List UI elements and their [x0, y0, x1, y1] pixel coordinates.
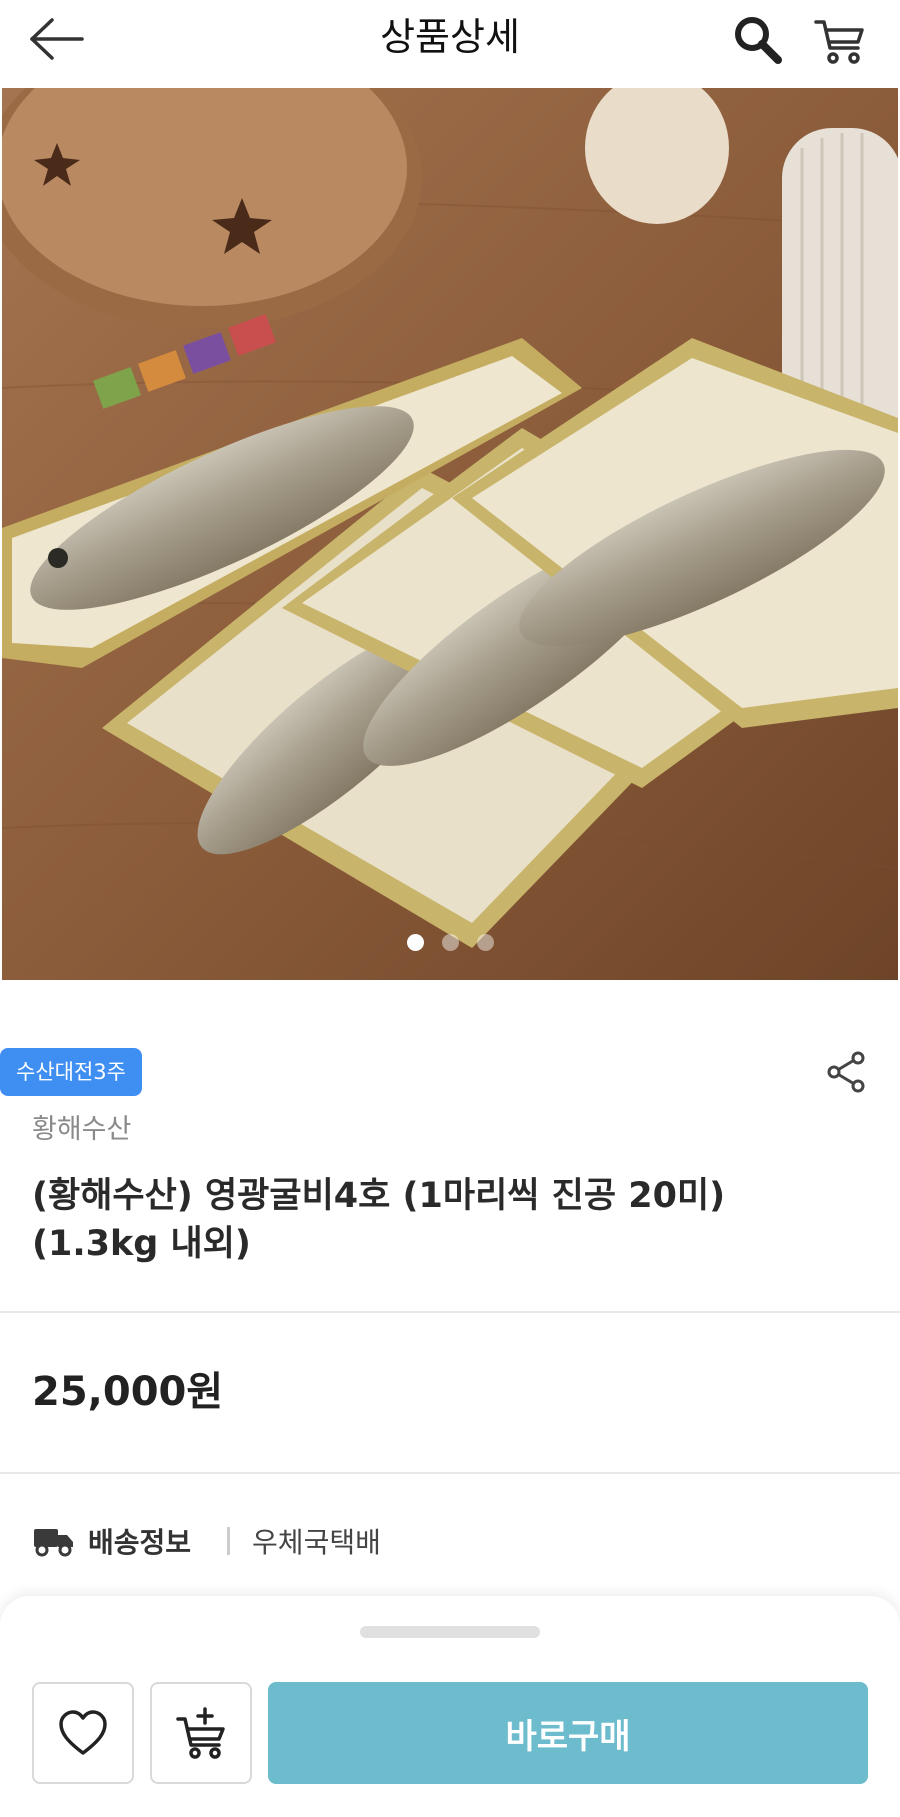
product-price: 25,000원: [32, 1369, 224, 1415]
cart-button[interactable]: [812, 12, 868, 68]
carousel-dot-3[interactable]: [476, 933, 494, 951]
product-detail-page: 상품상세 수산대전3주 황해수산 (황해수산) 영광굴비4호 (1마리씩 진공 …: [0, 0, 900, 1817]
purchase-bottom-sheet: 바로구매: [0, 1596, 900, 1817]
top-header: 상품상세: [0, 0, 900, 88]
product-photo: [2, 88, 898, 980]
buy-now-button[interactable]: 바로구매: [268, 1682, 868, 1784]
search-icon: [735, 17, 782, 64]
add-to-cart-button[interactable]: [150, 1682, 252, 1784]
cart-add-icon: [176, 1707, 225, 1759]
search-button[interactable]: [730, 12, 786, 68]
product-image-carousel[interactable]: [2, 88, 898, 980]
separator: [227, 1527, 231, 1555]
product-title: (황해수산) 영광굴비4호 (1마리씩 진공 20미) (1.3kg 내외): [32, 1176, 726, 1264]
delivery-info: 배송정보 우체국택배: [32, 1516, 381, 1566]
sheet-handle[interactable]: [360, 1626, 540, 1638]
share-icon: [827, 1051, 865, 1093]
share-button[interactable]: [824, 1050, 868, 1094]
delivery-method: 우체국택배: [252, 1526, 381, 1559]
carousel-dot-1[interactable]: [406, 933, 424, 951]
divider: [0, 1472, 900, 1474]
brand-name[interactable]: 황해수산: [32, 1110, 131, 1150]
divider: [0, 1311, 900, 1313]
wishlist-button[interactable]: [32, 1682, 134, 1784]
cart-icon: [814, 20, 864, 64]
carousel-dot-2[interactable]: [441, 933, 459, 951]
truck-icon: [34, 1529, 73, 1557]
delivery-label: 배송정보: [88, 1526, 192, 1559]
carousel-indicators: [0, 930, 900, 954]
heart-icon: [59, 1710, 107, 1755]
promo-badge: 수산대전3주: [0, 1048, 142, 1096]
